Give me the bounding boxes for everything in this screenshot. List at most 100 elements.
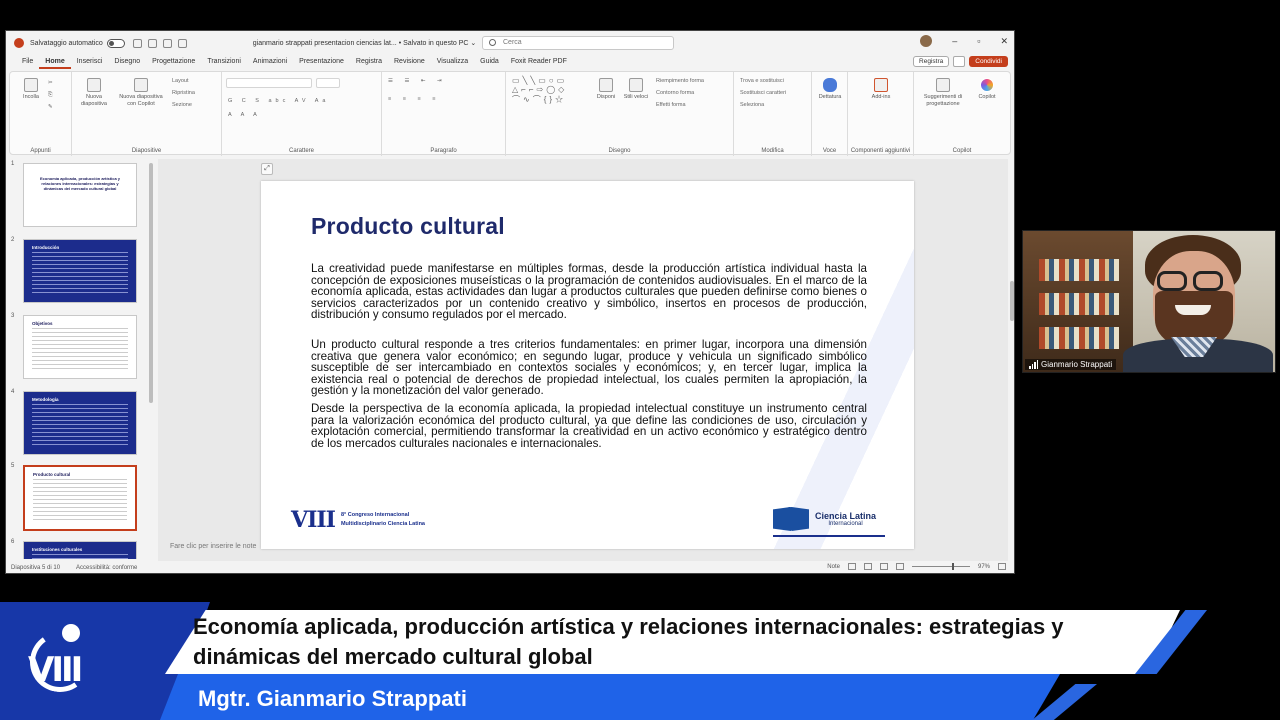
group-clipboard: Incolla ✂ ⎘ ✎ Appunti: [10, 72, 72, 156]
group-editing: Trova e sostituisci Sostituisci caratter…: [734, 72, 812, 156]
font-format-buttons[interactable]: G C S abc AV Aa: [228, 98, 329, 104]
arrange-button[interactable]: Disponi: [592, 78, 620, 101]
tab-design[interactable]: Progettazione: [146, 55, 201, 69]
group-addins: Add-ins Componenti aggiuntivi: [848, 72, 914, 156]
shapes-gallery[interactable]: ▭╲╲▭○▭ △⌐⌐⇨◯◇ ⌒∿⌒{}☆: [512, 76, 567, 105]
autosave-label: Salvataggio automatico: [30, 39, 103, 47]
tab-help[interactable]: Guida: [474, 55, 505, 69]
copy-icon[interactable]: ⎘: [48, 92, 52, 99]
slide-sorter-icon[interactable]: [863, 563, 872, 570]
shape-fill-button[interactable]: Riempimento forma: [656, 78, 704, 84]
find-button[interactable]: Trova e sostituisci: [740, 78, 784, 84]
slide-paragraph-3[interactable]: Desde la perspectiva de la economía apli…: [311, 403, 867, 449]
align-buttons[interactable]: ≡ ≡ ≡ ≡: [388, 96, 440, 102]
select-button[interactable]: Seleziona: [740, 102, 764, 108]
autosave-toggle[interactable]: [106, 38, 125, 48]
reset-button[interactable]: Ripristina: [172, 90, 195, 96]
minimize-button[interactable]: –: [952, 36, 957, 46]
slide-thumbnail-6[interactable]: Instituciones culturales: [23, 541, 137, 559]
copilot-slide-icon: [134, 78, 148, 92]
thumb-title: Metodología: [32, 397, 59, 402]
quick-styles-icon: [629, 78, 643, 92]
fit-window-icon[interactable]: [998, 563, 1006, 570]
dictate-button[interactable]: Dettatura: [815, 78, 845, 101]
shape-effects-button[interactable]: Effetti forma: [656, 102, 686, 108]
notes-placeholder[interactable]: Fare clic per inserire le note: [170, 543, 256, 550]
accessibility-status[interactable]: Accessibilità: conforme: [76, 565, 137, 571]
cut-icon[interactable]: ✂: [48, 80, 53, 86]
tab-slideshow[interactable]: Presentazione: [293, 55, 350, 69]
list-buttons[interactable]: ☰ ☰ ⇤ ⇥: [388, 78, 447, 84]
designer-icon: [936, 78, 950, 92]
present-icon[interactable]: [177, 38, 187, 48]
share-button[interactable]: Condividi: [969, 56, 1008, 67]
slide-thumbnail-5[interactable]: Producto cultural: [23, 465, 137, 531]
ribbon: Incolla ✂ ⎘ ✎ Appunti Nuova diapositiva …: [9, 71, 1011, 156]
record-button[interactable]: Registra: [913, 56, 950, 67]
design-suggestions-button[interactable]: Suggerimenti di progettazione: [918, 78, 968, 108]
tab-file[interactable]: File: [16, 55, 39, 69]
slide-thumbnail-1[interactable]: Economía aplicada, producción artística …: [23, 163, 137, 227]
font-family-select[interactable]: [226, 78, 312, 88]
glasses: [1157, 271, 1187, 291]
quick-styles-button[interactable]: Stili veloci: [622, 78, 650, 101]
undo-icon[interactable]: [147, 38, 157, 48]
font-color-buttons[interactable]: A A A: [228, 112, 261, 118]
tab-record[interactable]: Registra: [350, 55, 388, 69]
restore-button[interactable]: ▫: [977, 36, 980, 46]
tab-foxit[interactable]: Foxit Reader PDF: [505, 55, 573, 69]
search-icon: [489, 39, 496, 46]
zoom-slider[interactable]: [911, 563, 970, 570]
search-input[interactable]: Cerca: [482, 36, 674, 50]
new-slide-button[interactable]: Nuova diapositiva: [76, 78, 112, 108]
redo-icon[interactable]: [162, 38, 172, 48]
slideshow-icon[interactable]: [895, 563, 904, 570]
thumb-number: 2: [11, 237, 15, 243]
slide-editor: ⤢ Producto cultural La creatividad puede…: [158, 159, 1008, 561]
save-icon[interactable]: [132, 38, 142, 48]
thumb-title: Economía aplicada, producción artística …: [39, 176, 121, 191]
copilot-button[interactable]: Copilot: [972, 78, 1002, 101]
tab-review[interactable]: Revisione: [388, 55, 431, 69]
notes-button[interactable]: Note: [827, 564, 840, 570]
tab-view[interactable]: Visualizza: [431, 55, 474, 69]
addins-icon: [874, 78, 888, 92]
new-slide-copilot-button[interactable]: Nuova diapositiva con Copilot: [116, 78, 166, 108]
zoom-level[interactable]: 97%: [978, 564, 990, 570]
tab-draw[interactable]: Disegno: [108, 55, 146, 69]
ciencia-latina-logo: Ciencia Latina Internacional: [773, 507, 885, 537]
addins-button[interactable]: Add-ins: [866, 78, 896, 101]
slide-paragraph-1[interactable]: La creatividad puede manifestarse en múl…: [311, 263, 867, 321]
thumbnails-scrollbar[interactable]: [149, 163, 153, 403]
editor-scrollbar[interactable]: [1010, 281, 1014, 321]
group-font: G C S abc AV Aa A A A Carattere: [222, 72, 382, 156]
thumb-number: 6: [11, 539, 15, 545]
ciencia-latina-name: Ciencia Latina: [815, 511, 877, 521]
close-button[interactable]: ✕: [1000, 36, 1008, 47]
replace-button[interactable]: Sostituisci caratteri: [740, 90, 786, 96]
arrange-icon: [599, 78, 613, 92]
current-slide[interactable]: Producto cultural La creatividad puede m…: [261, 181, 914, 549]
format-painter-icon[interactable]: ✎: [48, 104, 53, 110]
shape-outline-button[interactable]: Contorno forma: [656, 90, 694, 96]
layout-button[interactable]: Layout: [172, 78, 189, 84]
tab-home[interactable]: Home: [39, 55, 71, 69]
slide-thumbnail-2[interactable]: Introducción: [23, 239, 137, 303]
avatar[interactable]: [920, 35, 933, 47]
tab-animations[interactable]: Animazioni: [247, 55, 293, 69]
tab-insert[interactable]: Inserisci: [71, 55, 109, 69]
slide-paragraph-2[interactable]: Un producto cultural responde a tres cri…: [311, 339, 867, 397]
comment-icon[interactable]: [953, 56, 966, 67]
fit-slide-icon[interactable]: ⤢: [261, 163, 273, 175]
slide-title[interactable]: Producto cultural: [311, 213, 505, 240]
slide-thumbnail-3[interactable]: Objetivos: [23, 315, 137, 379]
paste-button[interactable]: Incolla: [16, 78, 46, 101]
slide-thumbnail-4[interactable]: Metodología: [23, 391, 137, 455]
section-button[interactable]: Sezione: [172, 102, 192, 108]
thumb-title: Introducción: [32, 245, 60, 250]
reading-view-icon[interactable]: [879, 563, 888, 570]
group-slides: Nuova diapositiva Nuova diapositiva con …: [72, 72, 222, 156]
tab-transitions[interactable]: Transizioni: [201, 55, 247, 69]
font-size-select[interactable]: [316, 78, 340, 88]
normal-view-icon[interactable]: [847, 563, 856, 570]
